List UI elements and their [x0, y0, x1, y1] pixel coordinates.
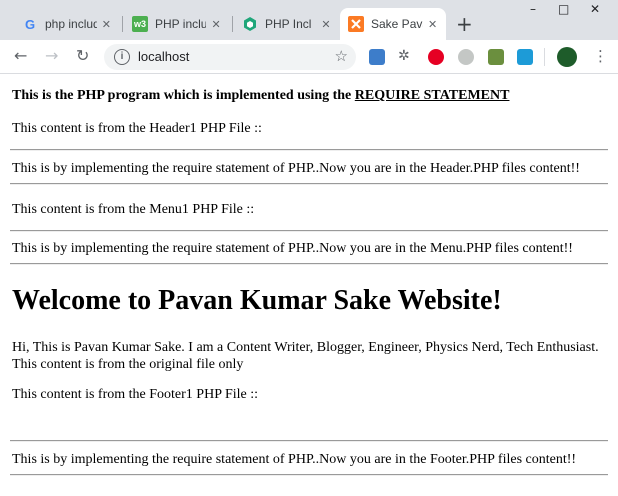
pinterest-icon[interactable] — [428, 49, 444, 65]
tab-sake-pavan-active[interactable]: Sake Pava ✕ — [340, 8, 446, 40]
close-icon[interactable]: ✕ — [210, 18, 222, 31]
tab-label: php includ — [45, 17, 97, 31]
close-icon[interactable]: ✕ — [427, 18, 438, 31]
footer-file-content: This is by implementing the require stat… — [12, 452, 577, 467]
info-icon[interactable]: i — [114, 49, 130, 65]
forward-arrow-icon[interactable]: → — [45, 46, 58, 65]
extension-icon-1[interactable] — [369, 49, 385, 65]
url-text[interactable]: localhost — [138, 49, 189, 64]
header-file-title: This content is from the Header1 PHP Fil… — [12, 121, 262, 136]
browser-toolbar: ← → ↻ i localhost ☆ ✲ ⋮ — [0, 40, 618, 74]
maximize-button[interactable]: □ — [558, 2, 569, 16]
tab-php-include-other[interactable]: PHP Incl ✕ — [234, 8, 340, 40]
menu-file-content: This is by implementing the require stat… — [12, 241, 573, 256]
gear-icon[interactable]: ✲ — [398, 48, 410, 64]
tab-separator — [232, 16, 233, 32]
tab-separator — [122, 16, 123, 32]
divider — [10, 474, 608, 476]
require-statement-label: REQUIRE STATEMENT — [354, 88, 510, 103]
address-bar[interactable]: i localhost ☆ — [104, 44, 356, 70]
menu-file-title: This content is from the Menu1 PHP File … — [12, 202, 255, 217]
welcome-heading: Welcome to Pavan Kumar Sake Website! — [12, 285, 502, 316]
tab-label: PHP inclu — [155, 17, 207, 31]
extension-icon-k[interactable] — [458, 49, 474, 65]
header-file-content: This is by implementing the require stat… — [12, 161, 580, 176]
extension-icon-s[interactable] — [517, 49, 533, 65]
extension-icon-pencil[interactable] — [488, 49, 504, 65]
menu-kebab-icon[interactable]: ⋮ — [593, 47, 608, 65]
minimize-button[interactable]: – — [530, 2, 536, 16]
divider — [10, 149, 608, 151]
tab-php-include-w3schools[interactable]: w3 PHP inclu ✕ — [124, 8, 230, 40]
tab-strip: G php includ ✕ w3 PHP inclu ✕ PHP Incl ✕… — [0, 0, 618, 40]
profile-avatar[interactable] — [557, 47, 577, 67]
w3schools-icon: w3 — [132, 16, 148, 32]
google-icon: G — [24, 16, 36, 32]
divider — [10, 263, 608, 265]
divider — [10, 440, 608, 442]
divider — [10, 183, 608, 185]
divider — [10, 230, 608, 232]
bio-paragraph: Hi, This is Pavan Kumar Sake. I am a Con… — [12, 340, 599, 372]
back-arrow-icon[interactable]: ← — [14, 46, 27, 65]
footer-file-title: This content is from the Footer1 PHP Fil… — [12, 387, 259, 402]
tab-php-include-google[interactable]: G php includ ✕ — [14, 8, 120, 40]
tab-label: PHP Incl — [265, 17, 312, 31]
hexagon-icon — [242, 16, 258, 32]
tab-label: Sake Pava — [371, 17, 423, 31]
xampp-icon — [348, 16, 364, 32]
intro-prefix: This is the PHP program which is impleme… — [12, 88, 355, 103]
intro-text: This is the PHP program which is impleme… — [12, 88, 509, 104]
bookmark-star-icon[interactable]: ☆ — [335, 47, 348, 65]
close-window-button[interactable]: ✕ — [590, 2, 600, 16]
close-icon[interactable]: ✕ — [320, 18, 332, 31]
reload-icon[interactable]: ↻ — [76, 46, 89, 65]
new-tab-button[interactable]: + — [456, 12, 473, 36]
toolbar-divider — [544, 48, 545, 66]
close-icon[interactable]: ✕ — [101, 18, 112, 31]
